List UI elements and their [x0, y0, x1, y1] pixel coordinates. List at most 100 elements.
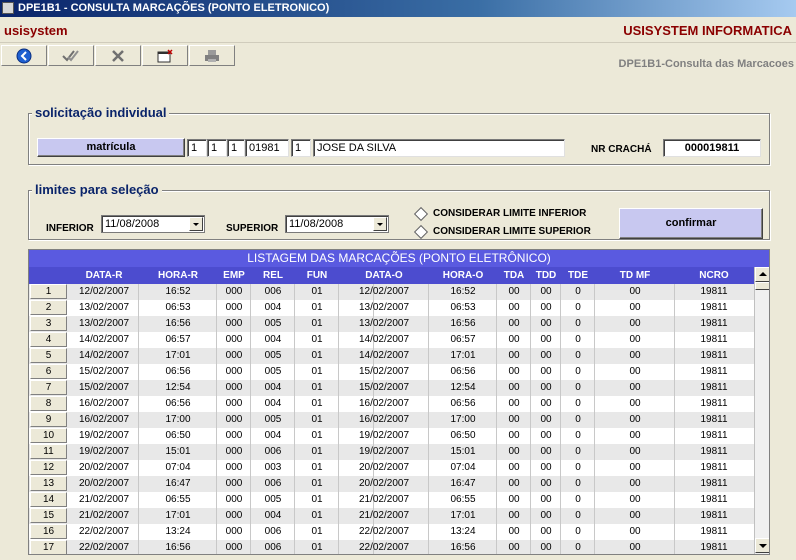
table-cell: 00: [540, 542, 552, 553]
row-number[interactable]: 11: [30, 444, 67, 459]
row-number[interactable]: 3: [30, 316, 67, 331]
table-row[interactable]: 15 21/02/2007 17:01 000 004 01 21/02/2007 17:01…: [29, 508, 754, 524]
table-cell: 15:01: [165, 446, 191, 457]
back-button[interactable]: [1, 45, 47, 66]
row-number[interactable]: 2: [30, 300, 67, 315]
row-number[interactable]: 17: [30, 540, 67, 554]
table-cell: 00: [540, 334, 552, 345]
table-row[interactable]: 17 22/02/2007 16:56 000 006 01 22/02/2007 16:56…: [29, 540, 754, 554]
table-cell: 0: [575, 302, 581, 313]
table-cell: 22/02/2007: [78, 542, 130, 553]
employee-name-field[interactable]: JOSE DA SILVA: [313, 139, 565, 157]
consider-superior-checkbox[interactable]: CONSIDERAR LIMITE SUPERIOR: [413, 224, 606, 240]
row-number[interactable]: 10: [30, 428, 67, 443]
table-cell: 13:24: [165, 526, 191, 537]
cancel-button[interactable]: [95, 45, 141, 66]
row-number[interactable]: 8: [30, 396, 67, 411]
table-row[interactable]: 5 14/02/2007 17:01 000 005 01 14/02/2007 17:01 0…: [29, 348, 754, 364]
table-cell: 000: [225, 526, 243, 537]
inferior-date-select[interactable]: 11/08/2008: [101, 215, 205, 233]
table-row[interactable]: 9 16/02/2007 17:00 000 005 01 16/02/2007 17:00 0…: [29, 412, 754, 428]
matricula-button[interactable]: matrícula: [37, 138, 185, 157]
table-row[interactable]: 3 13/02/2007 16:56 000 005 01 13/02/2007 16:56 0…: [29, 316, 754, 332]
row-number[interactable]: 14: [30, 492, 67, 507]
table-cell: 00: [508, 414, 520, 425]
table-cell: 19811: [700, 462, 728, 473]
table-cell: 000: [225, 302, 243, 313]
chevron-down-icon[interactable]: [189, 217, 203, 231]
table-row[interactable]: 14 21/02/2007 06:55 000 005 01 21/02/2007 06:55…: [29, 492, 754, 508]
table-cell: 19/02/2007: [358, 430, 410, 441]
confirm-button[interactable]: confirmar: [619, 208, 763, 239]
table-cell: 000: [225, 510, 243, 521]
column-header: NCRO: [699, 270, 729, 281]
table-row[interactable]: 16 22/02/2007 13:24 000 006 01 22/02/2007 13:24…: [29, 524, 754, 540]
table-cell: 00: [629, 286, 641, 297]
table-cell: 00: [629, 398, 641, 409]
table-row[interactable]: 13 20/02/2007 16:47 000 006 01 20/02/2007 16:47…: [29, 476, 754, 492]
table-row[interactable]: 11 19/02/2007 15:01 000 006 01 19/02/2007 15:01…: [29, 444, 754, 460]
table-cell: 01: [311, 542, 323, 553]
row-number[interactable]: 4: [30, 332, 67, 347]
chevron-down-icon[interactable]: [373, 217, 387, 231]
table-cell: 00: [540, 510, 552, 521]
table-cell: 01: [311, 350, 323, 361]
table-cell: 20/02/2007: [358, 478, 410, 489]
consider-inferior-checkbox[interactable]: CONSIDERAR LIMITE INFERIOR: [413, 206, 606, 222]
row-number[interactable]: 7: [30, 380, 67, 395]
matricula-part-1[interactable]: 1: [187, 139, 207, 157]
table-cell: 21/02/2007: [358, 494, 410, 505]
superior-date-value: 11/08/2008: [289, 218, 344, 230]
table-row[interactable]: 2 13/02/2007 06:53 000 004 01 13/02/2007 06:53 0…: [29, 300, 754, 316]
table-cell: 006: [264, 286, 282, 297]
table-cell: 14/02/2007: [78, 334, 130, 345]
table-cell: 17:01: [165, 350, 191, 361]
row-number[interactable]: 13: [30, 476, 67, 491]
table-row[interactable]: 10 19/02/2007 06:50 000 004 01 19/02/2007 06:50…: [29, 428, 754, 444]
table-cell: 01: [311, 398, 323, 409]
table-cell: 00: [508, 398, 520, 409]
scroll-down-arrow-icon[interactable]: [755, 538, 769, 553]
cracha-field[interactable]: 000019811: [663, 139, 761, 157]
table-row[interactable]: 6 15/02/2007 06:56 000 005 01 15/02/2007 06:56 0…: [29, 364, 754, 380]
row-number[interactable]: 16: [30, 524, 67, 539]
row-number[interactable]: 12: [30, 460, 67, 475]
new-window-button[interactable]: [142, 45, 188, 66]
table-cell: 004: [264, 382, 282, 393]
row-number[interactable]: 1: [30, 284, 67, 299]
row-number[interactable]: 15: [30, 508, 67, 523]
table-cell: 19811: [700, 286, 728, 297]
row-number[interactable]: 6: [30, 364, 67, 379]
table-cell: 12/02/2007: [78, 286, 130, 297]
matricula-part-3[interactable]: 1: [227, 139, 245, 157]
app-icon: [2, 2, 14, 14]
scroll-thumb[interactable]: [755, 282, 769, 290]
table-row[interactable]: 12 20/02/2007 07:04 000 003 01 20/02/2007 07:04…: [29, 460, 754, 476]
table-cell: 00: [629, 334, 641, 345]
print-button[interactable]: [189, 45, 235, 66]
matricula-part-4[interactable]: 01981: [245, 139, 289, 157]
table-row[interactable]: 7 15/02/2007 12:54 000 004 01 15/02/2007 12:54 0…: [29, 380, 754, 396]
table-row[interactable]: 8 16/02/2007 06:56 000 004 01 16/02/2007 06:56 0…: [29, 396, 754, 412]
scroll-up-arrow-icon[interactable]: [755, 267, 769, 282]
superior-date-select[interactable]: 11/08/2008: [285, 215, 389, 233]
table-cell: 006: [264, 446, 282, 457]
screen-subtitle: DPE1B1-Consulta das Marcacoes: [618, 58, 794, 70]
vertical-scrollbar[interactable]: [754, 267, 769, 554]
table-cell: 16/02/2007: [358, 398, 410, 409]
table-cell: 005: [264, 494, 282, 505]
table-cell: 06:56: [165, 398, 191, 409]
matricula-part-5[interactable]: 1: [291, 139, 311, 157]
table-cell: 0: [575, 398, 581, 409]
table-cell: 16:56: [165, 542, 191, 553]
table-cell: 00: [508, 478, 520, 489]
table-row[interactable]: 4 14/02/2007 06:57 000 004 01 14/02/2007 06:57 0…: [29, 332, 754, 348]
row-number[interactable]: 9: [30, 412, 67, 427]
table-cell: 00: [540, 462, 552, 473]
table-row[interactable]: 1 12/02/2007 16:52 000 006 01 12/02/2007 16:52 0…: [29, 284, 754, 300]
matricula-part-2[interactable]: 1: [207, 139, 227, 157]
table-cell: 000: [225, 318, 243, 329]
row-number[interactable]: 5: [30, 348, 67, 363]
confirm-all-button[interactable]: [48, 45, 94, 66]
table-cell: 006: [264, 542, 282, 553]
